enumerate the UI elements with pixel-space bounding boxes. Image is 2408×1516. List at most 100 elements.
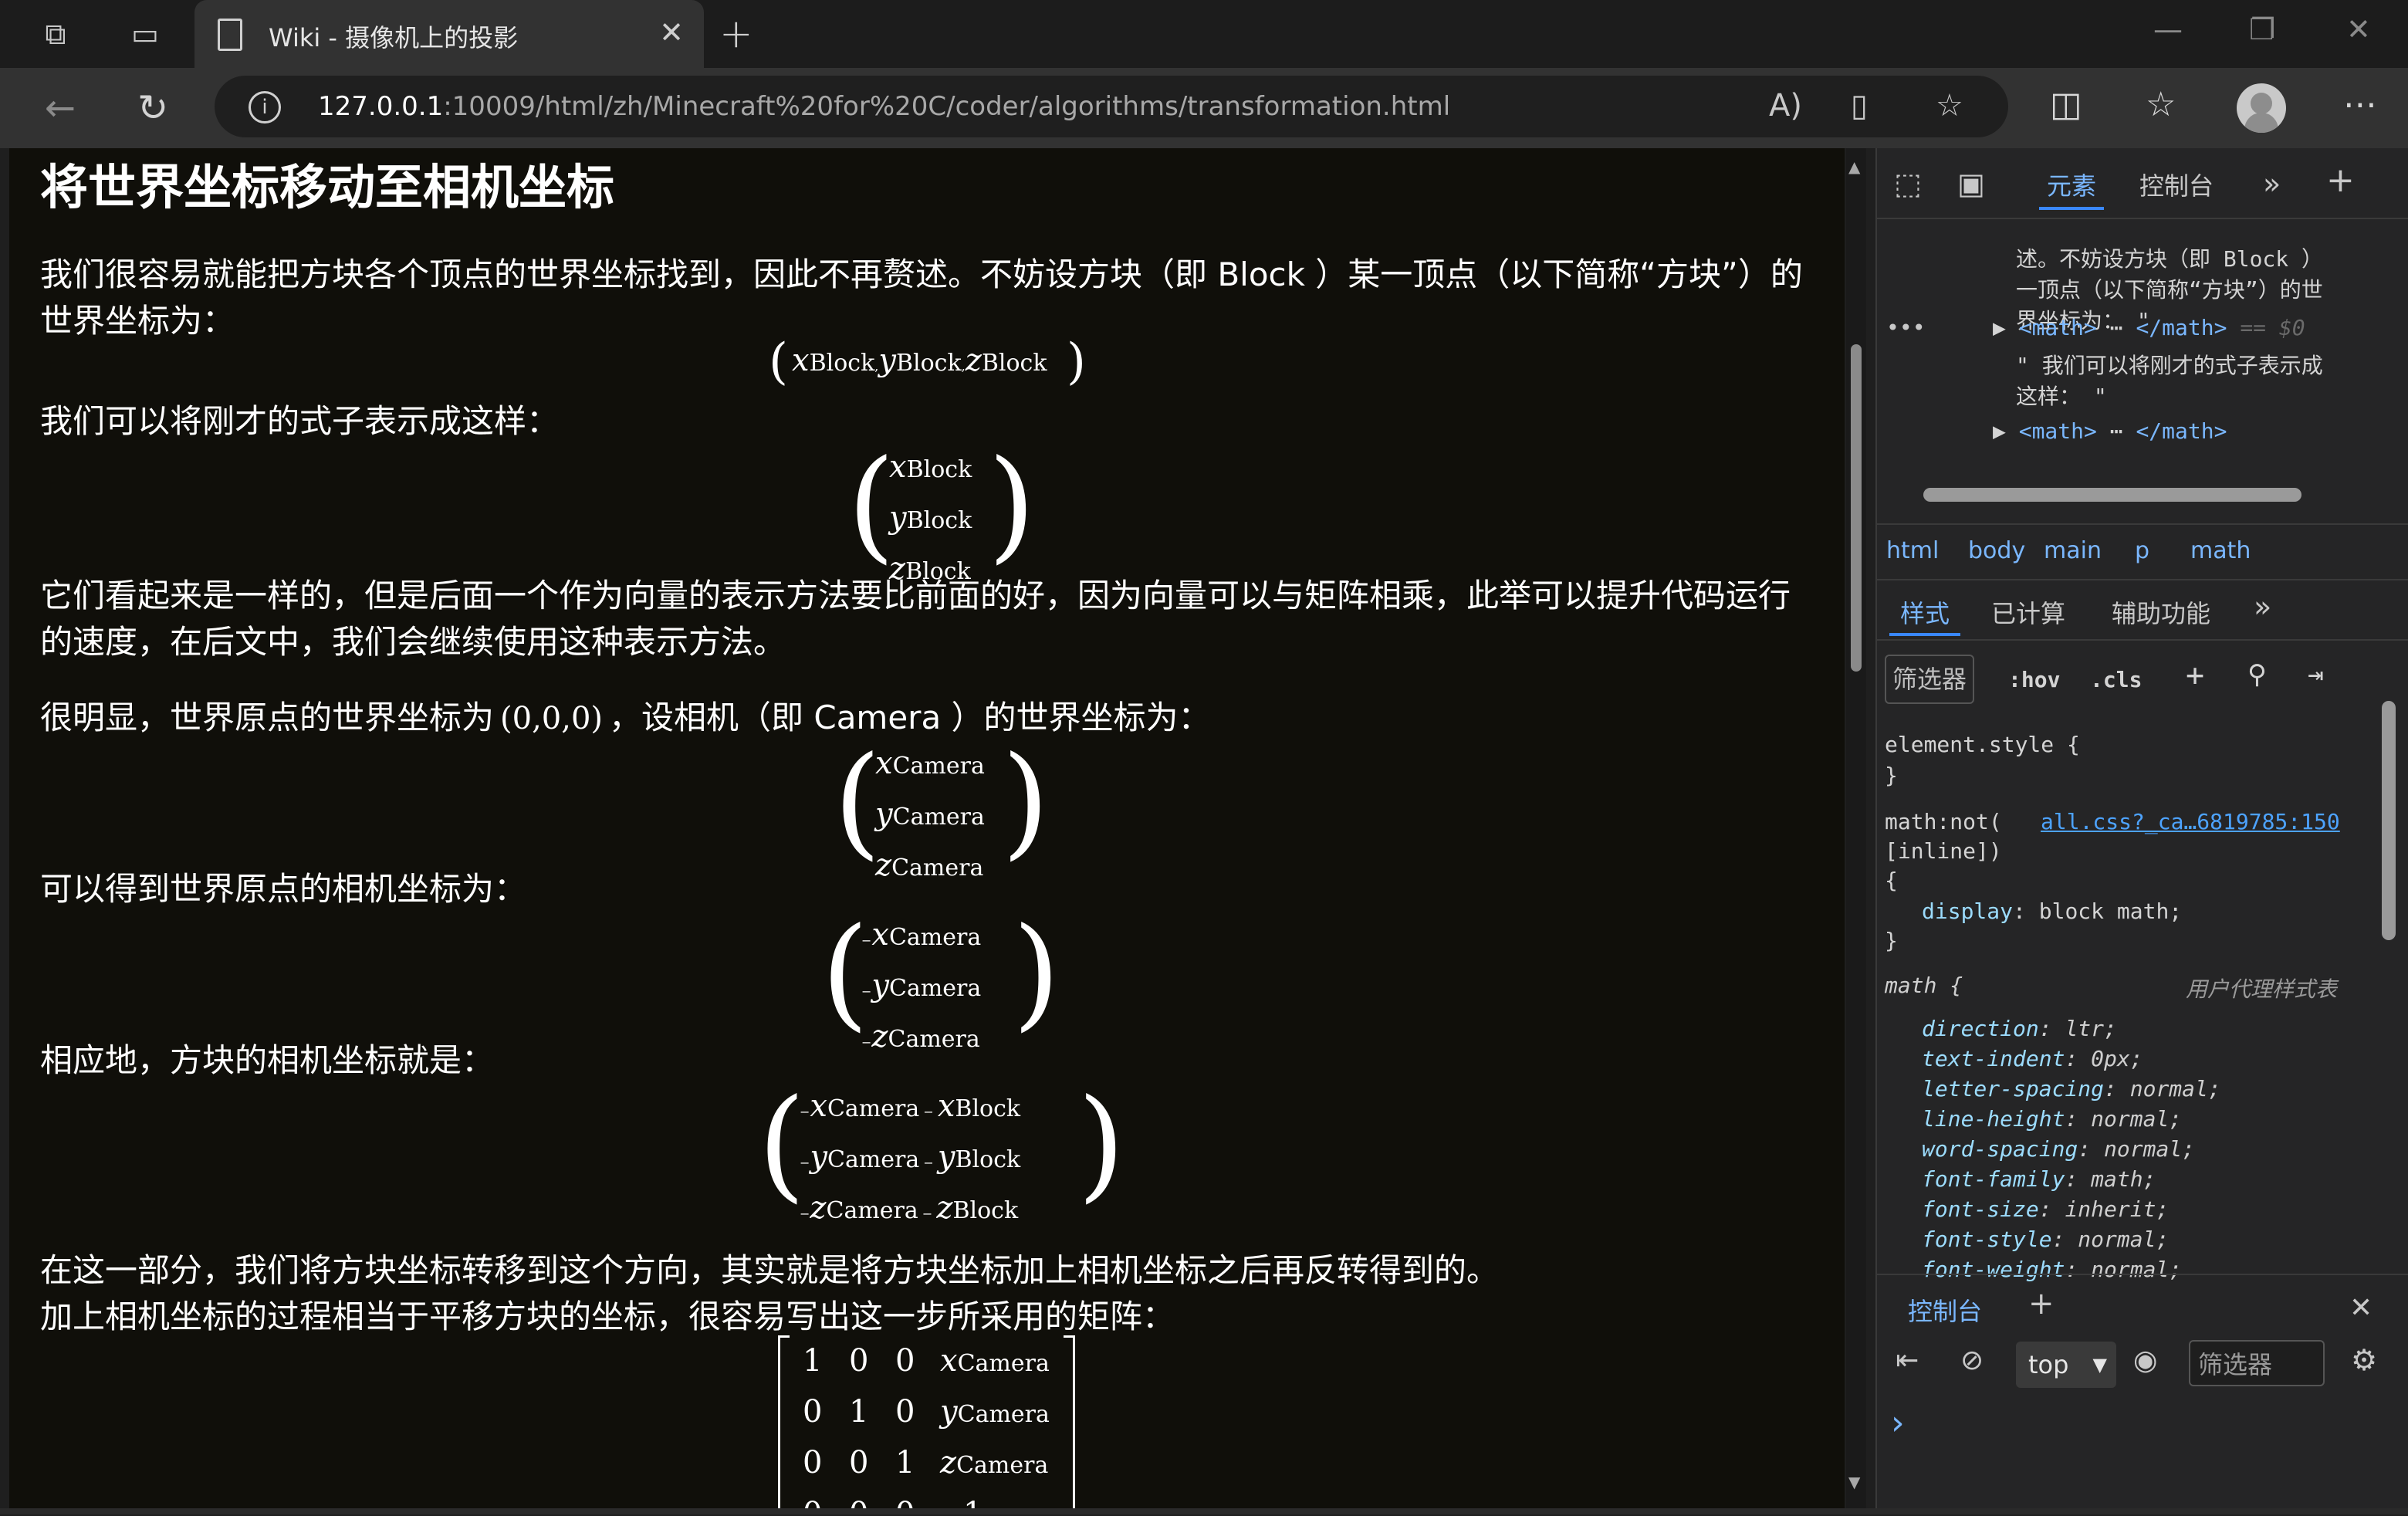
- read-aloud-icon[interactable]: A): [1769, 88, 1802, 124]
- tab-actions-icon[interactable]: ▭: [123, 12, 167, 56]
- paragraph-8: 加上相机坐标的过程相当于平移方块的坐标，很容易写出这一步所采用的矩阵：: [40, 1298, 1175, 1335]
- close-brace: }: [1885, 928, 1898, 953]
- crumb-html[interactable]: html: [1886, 537, 1939, 564]
- ua-declaration[interactable]: line-height: normal;: [1922, 1106, 2182, 1132]
- block-tuple: xBlock,yBlock,zBlock: [792, 343, 1047, 378]
- device-toolbar-icon[interactable]: ▣: [1957, 167, 1985, 201]
- page-content: 将世界坐标移动至相机坐标 我们很容易就能把方块各个顶点的世界坐标找到，因此不再赘…: [9, 148, 1845, 1508]
- paint-icon[interactable]: ⚲: [2247, 659, 2267, 690]
- paragraph-4: 很明显，世界原点的世界坐标为 (0,0,0) ，设相机（即 Camera ）的世界坐…: [40, 699, 1211, 736]
- inspect-icon[interactable]: ⬚: [1894, 167, 1922, 201]
- dom-hscroll[interactable]: [1923, 488, 2301, 502]
- rule-selector-cont[interactable]: [inline]): [1885, 838, 2002, 864]
- vec-camera-paren-right: ): [1002, 730, 1050, 872]
- crumb-main[interactable]: main: [2044, 537, 2102, 564]
- console-sidebar-icon[interactable]: ⇤: [1896, 1345, 1919, 1376]
- more-subtabs-icon[interactable]: »: [2254, 590, 2271, 624]
- ua-stylesheet-label: 用户代理样式表: [2186, 976, 2338, 1002]
- restore-icon[interactable]: ❐: [2249, 12, 2275, 46]
- profile-avatar[interactable]: [2237, 83, 2286, 133]
- dom-text[interactable]: 这样： ": [2016, 380, 2107, 411]
- tab-elements[interactable]: 元素: [2038, 167, 2105, 210]
- back-icon[interactable]: ←: [39, 86, 82, 130]
- ua-declaration[interactable]: font-style: normal;: [1922, 1227, 2169, 1252]
- close-window-icon[interactable]: ✕: [2346, 12, 2371, 46]
- styles-filter-input[interactable]: 筛选器: [1885, 655, 1974, 704]
- refresh-icon[interactable]: ↻: [131, 86, 174, 130]
- ua-declaration[interactable]: font-size: inherit;: [1922, 1196, 2169, 1222]
- more-icon[interactable]: ⋯: [2343, 85, 2377, 124]
- rule-source-link[interactable]: all.css?_ca…6819785:150: [2041, 809, 2340, 834]
- dropdown-icon: ▼: [2092, 1354, 2107, 1376]
- scroll-up-icon[interactable]: ▲: [1848, 157, 1860, 176]
- scroll-down-icon[interactable]: ▼: [1848, 1473, 1860, 1491]
- console-settings-icon[interactable]: ⚙: [2351, 1343, 2377, 1377]
- console-prompt[interactable]: ›: [1891, 1403, 1905, 1443]
- ua-declaration[interactable]: text-indent: 0px;: [1922, 1046, 2143, 1071]
- dom-node-math[interactable]: ▶ <math> ⋯ </math>: [1993, 418, 2227, 444]
- tab-computed[interactable]: 已计算: [1991, 594, 2065, 630]
- paragraph-5: 可以得到世界原点的相机坐标为：: [40, 870, 527, 908]
- immersive-reader-icon[interactable]: ▯: [1851, 88, 1868, 124]
- rule-selector[interactable]: math:not(: [1885, 809, 2002, 834]
- new-tab-icon[interactable]: +: [719, 11, 753, 57]
- page-heading: 将世界坐标移动至相机坐标: [40, 159, 615, 215]
- close-drawer-icon[interactable]: ✕: [2349, 1292, 2372, 1324]
- add-tab-icon[interactable]: +: [2326, 161, 2355, 200]
- styles-subtabs: 样式 已计算 辅助功能 »: [1877, 577, 2408, 641]
- close-brace: }: [1885, 763, 1898, 788]
- console-filter-input[interactable]: 筛选器: [2189, 1340, 2325, 1386]
- split-screen-icon[interactable]: ◫: [2050, 85, 2082, 124]
- dom-node-math-selected[interactable]: ▶ <math> ⋯ </math> == $0: [1993, 315, 2305, 340]
- dom-text[interactable]: " 我们可以将刚才的式子表示成: [2016, 349, 2323, 380]
- ua-rule-selector[interactable]: math {: [1885, 973, 1963, 998]
- favorite-star-icon[interactable]: ☆: [1936, 88, 1963, 124]
- console-drawer-tab[interactable]: 控制台: [1908, 1292, 1982, 1328]
- paragraph-2: 我们可以将刚才的式子表示成这样：: [40, 402, 560, 440]
- tab-console[interactable]: 控制台: [2139, 167, 2214, 202]
- new-rule-icon[interactable]: +: [2186, 658, 2204, 693]
- dom-text[interactable]: 一顶点（以下简称“方块”）的世: [2016, 273, 2323, 304]
- add-drawer-tab-icon[interactable]: +: [2028, 1286, 2055, 1321]
- rule-declaration[interactable]: display: block math;: [1922, 898, 2182, 924]
- ua-declaration[interactable]: direction: ltr;: [1922, 1016, 2117, 1041]
- paragraph-3: 它们看起来是一样的，但是后面一个作为向量的表示方法要比前面的好，因为向量可以与矩…: [40, 577, 1791, 661]
- context-select[interactable]: top ▼: [2016, 1342, 2116, 1388]
- cls-toggle[interactable]: .cls: [2090, 667, 2142, 692]
- crumb-p[interactable]: p: [2135, 537, 2149, 564]
- info-icon[interactable]: i: [249, 91, 281, 124]
- ua-declaration[interactable]: word-spacing: normal;: [1922, 1136, 2195, 1162]
- clear-console-icon[interactable]: ⊘: [1960, 1345, 1984, 1376]
- ellipsis-icon[interactable]: •••: [1886, 315, 1926, 340]
- url-text[interactable]: 127.0.0.1:10009/html/zh/Minecraft%20for%…: [318, 91, 1450, 122]
- hov-toggle[interactable]: :hov: [2008, 667, 2060, 692]
- workspaces-icon[interactable]: ⧉: [34, 12, 77, 56]
- dom-text[interactable]: 述。不妨设方块（即 Block ）: [2016, 242, 2323, 273]
- crumb-body[interactable]: body: [1968, 537, 2025, 564]
- url-host: 127.0.0.1: [318, 91, 444, 122]
- translation-matrix: 100xCamera 010yCamera 001zCamera 0001: [803, 1343, 1050, 1508]
- devtools-toolbar: ⬚ ▣ 元素 控制台 » +: [1877, 148, 2408, 219]
- tuple-paren-right: ): [1067, 333, 1086, 391]
- crumb-math[interactable]: math: [2190, 537, 2251, 564]
- styles-pane: 筛选器 :hov .cls + ⚲ ⇥ element.style { } ma…: [1877, 639, 2408, 1282]
- ua-declaration[interactable]: letter-spacing: normal;: [1922, 1076, 2221, 1101]
- element-style-rule[interactable]: element.style {: [1885, 732, 2080, 757]
- vec-blockcam-paren-right: ): [1077, 1073, 1125, 1215]
- page-scrollbar[interactable]: ▲ ▼: [1846, 148, 1866, 1508]
- more-tabs-icon[interactable]: »: [2263, 167, 2281, 201]
- console-drawer: 控制台 + ✕ ⇤ ⊘ top ▼ ◉ 筛选器 ⚙ ›: [1877, 1274, 2408, 1516]
- live-expression-icon[interactable]: ◉: [2133, 1345, 2157, 1376]
- favorites-icon[interactable]: ☆: [2146, 85, 2176, 124]
- scrollbar-thumb[interactable]: [1851, 344, 1862, 672]
- close-tab-icon[interactable]: ✕: [659, 15, 684, 49]
- tab-accessibility[interactable]: 辅助功能: [2112, 594, 2210, 630]
- styles-scrollbar[interactable]: [2382, 701, 2396, 940]
- paragraph-6: 相应地，方块的相机坐标就是：: [40, 1041, 495, 1079]
- tab-styles[interactable]: 样式: [1889, 594, 1961, 636]
- url-field[interactable]: i 127.0.0.1:10009/html/zh/Minecraft%20fo…: [215, 76, 2008, 137]
- toggle-sidebar-icon[interactable]: ⇥: [2308, 659, 2323, 690]
- ua-declaration[interactable]: font-family: math;: [1922, 1166, 2156, 1192]
- minimize-icon[interactable]: —: [2153, 12, 2183, 46]
- browser-tab[interactable]: Wiki - 摄像机上的投影 ✕: [194, 0, 704, 68]
